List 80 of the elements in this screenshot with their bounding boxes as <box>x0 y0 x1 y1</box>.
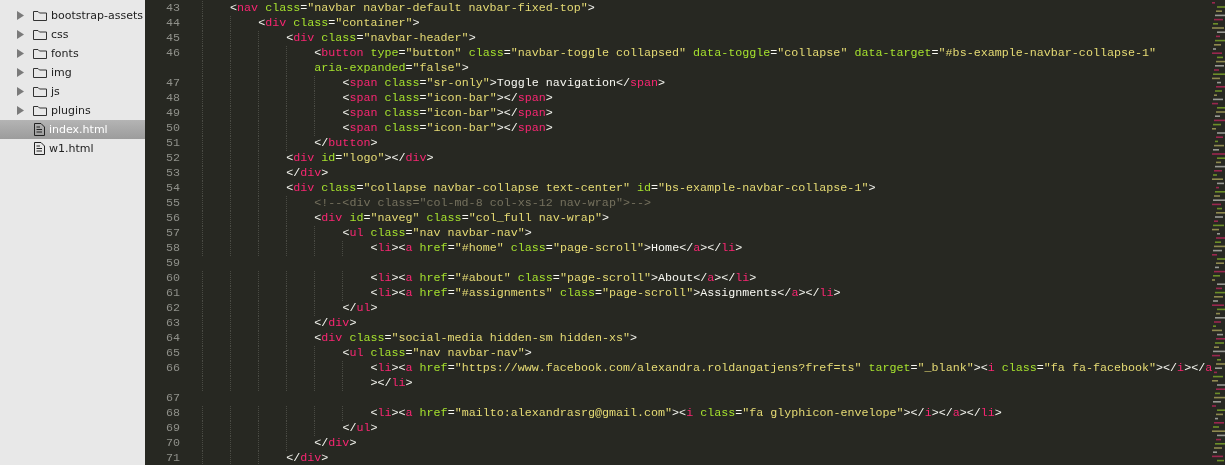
code-line: <div class="collapse navbar-collapse text-center" id="bs-example-navbar-collapse-1"> <box>286 181 876 196</box>
sidebar-item[interactable]: w1.html <box>0 139 145 158</box>
code-line: <li><a href="#about" class="page-scroll">About</a></li> <box>370 271 757 286</box>
line-number: 67 <box>165 391 180 406</box>
code-line: <!--<div class="col-md-8 col-xs-12 nav-wrap">--> <box>314 196 651 211</box>
code-line: <li><a href="https://www.facebook.com/alexandra.roldangatjens?fref=ts" target="_blank"><i class="fa fa-facebook"></i></a <box>370 361 1213 376</box>
sidebar-item[interactable]: css <box>0 25 145 44</box>
folder-icon <box>33 10 47 21</box>
line-number: 64 <box>165 331 180 346</box>
line-number: 62 <box>165 301 180 316</box>
code-line: </button> <box>314 136 378 151</box>
file-icon <box>34 123 45 136</box>
code-line: <ul class="nav navbar-nav"> <box>342 226 532 241</box>
line-number: 52 <box>165 151 180 166</box>
line-number: 44 <box>165 16 180 31</box>
code-line: <span class="icon-bar"></span> <box>342 106 553 121</box>
sidebar-item[interactable]: js <box>0 82 145 101</box>
line-number: 49 <box>165 106 180 121</box>
folder-icon <box>33 29 47 40</box>
file-icon <box>34 142 45 155</box>
line-number: 56 <box>165 211 180 226</box>
code-line: <div class="navbar-header"> <box>286 31 476 46</box>
line-number: 69 <box>165 421 180 436</box>
code-line: <span class="sr-only">Toggle navigation</span> <box>342 76 666 91</box>
folder-icon <box>33 105 47 116</box>
code-line: aria-expanded="false"> <box>314 61 469 76</box>
code-line: </div> <box>286 451 329 465</box>
code-line: <li><a href="#assignments" class="page-scroll">Assignments</a></li> <box>370 286 841 301</box>
folder-icon <box>33 86 47 97</box>
line-number: 48 <box>165 91 180 106</box>
code-line: <div id="naveg" class="col_full nav-wrap"> <box>314 211 609 226</box>
line-number: 58 <box>165 241 180 256</box>
line-number: 61 <box>165 286 180 301</box>
line-number: 45 <box>165 31 180 46</box>
code-line: </ul> <box>342 301 378 316</box>
minimap-drawing[interactable] <box>1212 0 1225 463</box>
sidebar-item[interactable]: bootstrap-assets <box>0 6 145 25</box>
line-number: 65 <box>165 346 180 361</box>
code-line: <span class="icon-bar"></span> <box>342 121 553 136</box>
code-line: </div> <box>314 436 357 451</box>
code-line: <ul class="nav navbar-nav"> <box>342 346 532 361</box>
line-number: 54 <box>165 181 180 196</box>
line-number: 71 <box>165 451 180 465</box>
disclosure-triangle-icon[interactable] <box>17 87 24 96</box>
disclosure-triangle-icon[interactable] <box>17 49 24 58</box>
code-line: <button type="button" class="navbar-toggle collapsed" data-toggle="collapse" data-target="#bs-example-navbar-collapse-1" <box>314 46 1157 61</box>
code-line: <span class="icon-bar"></span> <box>342 91 553 106</box>
code-line: ></li> <box>370 376 413 391</box>
code-line: <div id="logo"></div> <box>286 151 434 166</box>
line-number: 57 <box>165 226 180 241</box>
disclosure-triangle-icon[interactable] <box>17 11 24 20</box>
code-line: </div> <box>286 166 329 181</box>
disclosure-triangle-icon[interactable] <box>17 106 24 115</box>
line-number: 50 <box>165 121 180 136</box>
line-number: 53 <box>165 166 180 181</box>
code-line: <li><a href="#home" class="page-scroll">Home</a></li> <box>370 241 743 256</box>
disclosure-triangle-icon[interactable] <box>17 68 24 77</box>
code-line: </ul> <box>342 421 378 436</box>
line-number: 59 <box>165 256 180 271</box>
line-number: 55 <box>165 196 180 211</box>
code-line: </div> <box>314 316 357 331</box>
line-number: 46 <box>165 46 180 61</box>
line-number: 60 <box>165 271 180 286</box>
line-number: 63 <box>165 316 180 331</box>
line-number: 47 <box>165 76 180 91</box>
line-number: 68 <box>165 406 180 421</box>
line-number: 66 <box>165 361 180 376</box>
code-line: <li><a href="mailto:alexandrasrg@gmail.com"><i class="fa glyphicon-envelope"></i></a></li> <box>370 406 1002 421</box>
line-number: 43 <box>165 1 180 16</box>
folder-icon <box>33 48 47 59</box>
code-line: <div class="container"> <box>258 16 420 31</box>
code-line: <div class="social-media hidden-sm hidden-xs"> <box>314 331 637 346</box>
sidebar-item[interactable]: fonts <box>0 44 145 63</box>
line-number: 51 <box>165 136 180 151</box>
folder-icon <box>33 67 47 78</box>
code-line: <nav class="navbar navbar-default navbar-fixed-top"> <box>230 1 595 16</box>
line-number: 70 <box>165 436 180 451</box>
sidebar-item[interactable]: plugins <box>0 101 145 120</box>
sidebar-item[interactable]: img <box>0 63 145 82</box>
disclosure-triangle-icon[interactable] <box>17 30 24 39</box>
